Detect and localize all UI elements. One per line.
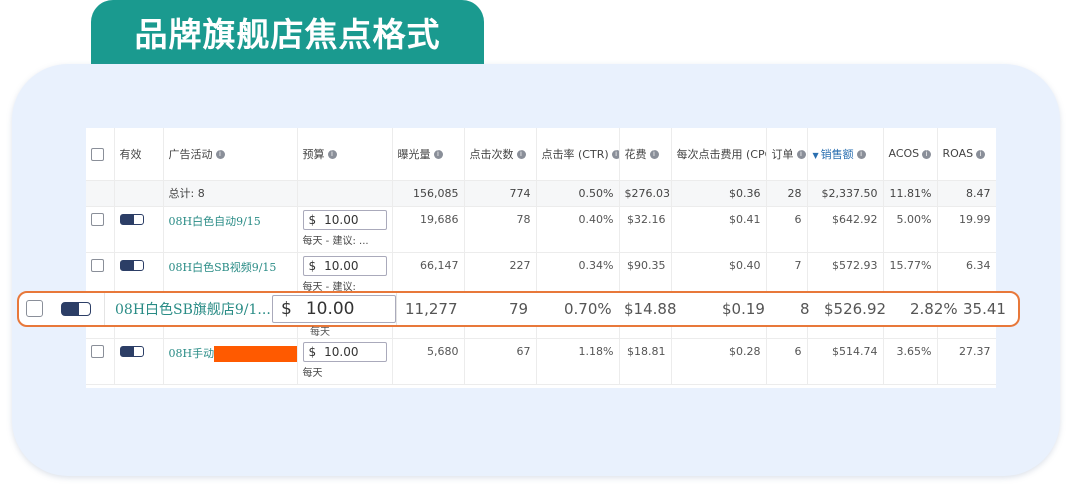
header-valid[interactable]: 有效: [114, 128, 164, 181]
acos-cell: 5.00%: [883, 206, 938, 253]
header-roas[interactable]: ROAS i: [937, 128, 996, 181]
header-impressions[interactable]: 曝光量 i: [392, 128, 465, 181]
campaign-table: 有效 广告活动 i 预算 i 曝光量 i 点击次数 i 点击率 (CTR) i 花费 i 每…: [86, 128, 996, 385]
budget-input[interactable]: $10.00: [302, 255, 387, 276]
cpc-cell: $0.41: [671, 206, 767, 253]
totals-sales: $2,337.50: [807, 180, 884, 207]
header-acos[interactable]: ACOS i: [883, 128, 938, 181]
info-icon: i: [215, 150, 225, 160]
ctr-cell: 0.70%: [564, 300, 612, 318]
spend-cell: $14.88: [624, 300, 677, 318]
totals-acos: 11.81%: [883, 180, 938, 207]
totals-orders: 28: [766, 180, 808, 207]
table-header-row: 有效 广告活动 i 预算 i 曝光量 i 点击次数 i 点击率 (CTR) i 花费 i 每…: [86, 128, 996, 181]
enabled-toggle[interactable]: [119, 214, 144, 225]
totals-roas: 8.47: [937, 180, 996, 207]
table-row: 08H白色自动9/15 $10.00 每天 - 建议: ... 19,686 7…: [86, 206, 996, 253]
enabled-toggle[interactable]: [119, 260, 144, 271]
info-icon: i: [433, 150, 443, 160]
sales-cell: $526.92: [824, 300, 887, 318]
cpc-cell: $0.28: [671, 338, 767, 385]
banner-title: 品牌旗舰店焦点格式: [91, 0, 484, 64]
impressions-cell: 11,277: [405, 300, 458, 318]
header-campaign[interactable]: 广告活动 i: [163, 128, 298, 181]
table-row: 08H手动 $10.00 每天 5,680 67 1.18% $18.81 $0…: [86, 338, 996, 385]
header-clicks[interactable]: 点击次数 i: [464, 128, 537, 181]
impressions-cell: 19,686: [392, 206, 465, 253]
totals-clicks: 774: [464, 180, 537, 207]
budget-input[interactable]: $10.00: [302, 341, 387, 362]
spend-cell: $32.16: [619, 206, 672, 253]
select-all-cell: [86, 128, 115, 181]
campaign-name-link[interactable]: 08H白色自动9/15: [169, 215, 261, 228]
orders-cell: 8: [800, 300, 810, 318]
budget-input[interactable]: $10.00: [302, 209, 387, 230]
budget-note: 每天 - 建议: ...: [302, 235, 369, 247]
highlighted-row-frame: 08H白色SB旗舰店9/1... $10.00 每天 11,277 79 0.7…: [17, 291, 1020, 338]
ctr-cell: 1.18%: [536, 338, 620, 385]
budget-note: 每天: [302, 367, 323, 379]
totals-cpc: $0.36: [671, 180, 767, 207]
orders-cell: 6: [766, 206, 808, 253]
totals-ctr: 0.50%: [536, 180, 620, 207]
totals-impressions: 156,085: [392, 180, 465, 207]
acos-cell: 3.65%: [883, 338, 938, 385]
campaign-name-link[interactable]: 08H手动: [169, 347, 215, 360]
info-icon: i: [327, 150, 337, 160]
select-all-checkbox[interactable]: [91, 147, 104, 161]
impressions-cell: 5,680: [392, 338, 465, 385]
enabled-toggle[interactable]: [61, 302, 91, 316]
spend-cell: $18.81: [619, 338, 672, 385]
row-checkbox[interactable]: [26, 300, 43, 317]
roas-cell: 19.99: [937, 206, 996, 253]
ctr-cell: 0.40%: [536, 206, 620, 253]
header-ctr[interactable]: 点击率 (CTR) i: [536, 128, 620, 181]
row-checkbox[interactable]: [91, 259, 104, 272]
row-checkbox[interactable]: [91, 345, 104, 358]
roas-cell: 35.41: [963, 300, 1006, 318]
header-budget[interactable]: 预算 i: [297, 128, 393, 181]
totals-spend: $276.03: [619, 180, 672, 207]
header-spend[interactable]: 花费 i: [619, 128, 672, 181]
redaction-block: [214, 345, 296, 362]
totals-label: 总计: 8: [163, 180, 298, 207]
acos-cell: 2.82%: [910, 300, 958, 318]
sort-desc-icon: ▼: [812, 150, 819, 160]
campaign-table-screenshot: 有效 广告活动 i 预算 i 曝光量 i 点击次数 i 点击率 (CTR) i 花费 i 每…: [86, 128, 996, 388]
enabled-toggle[interactable]: [119, 346, 144, 357]
info-icon: i: [516, 150, 526, 160]
roas-cell: 27.37: [937, 338, 996, 385]
sales-cell: $642.92: [807, 206, 884, 253]
budget-input[interactable]: $10.00: [272, 295, 396, 323]
info-icon: i: [922, 149, 932, 159]
clicks-cell: 67: [464, 338, 537, 385]
cpc-cell: $0.19: [722, 300, 765, 318]
totals-row: 总计: 8 156,085 774 0.50% $276.03 $0.36 28…: [86, 180, 996, 207]
highlighted-table-row: 08H白色SB旗舰店9/1... $10.00 每天 11,277 79 0.7…: [19, 293, 1018, 338]
info-icon: i: [796, 150, 806, 160]
header-sales[interactable]: ▼ 销售额 i: [807, 128, 884, 181]
info-icon: i: [611, 150, 618, 160]
info-icon: i: [976, 149, 986, 159]
header-cpc[interactable]: 每次点击费用 (CPC): [671, 128, 767, 181]
info-icon: i: [856, 150, 866, 160]
row-checkbox[interactable]: [91, 213, 104, 226]
info-icon: i: [649, 150, 659, 160]
campaign-name-link[interactable]: 08H白色SB旗舰店9/1...: [115, 293, 271, 325]
orders-cell: 6: [766, 338, 808, 385]
clicks-cell: 78: [464, 206, 537, 253]
campaign-name-link[interactable]: 08H白色SB视频9/15: [169, 261, 277, 274]
clicks-cell: 79: [509, 300, 529, 318]
header-orders[interactable]: 订单 i: [766, 128, 808, 181]
budget-note: 每天: [310, 327, 330, 338]
sales-cell: $514.74: [807, 338, 884, 385]
